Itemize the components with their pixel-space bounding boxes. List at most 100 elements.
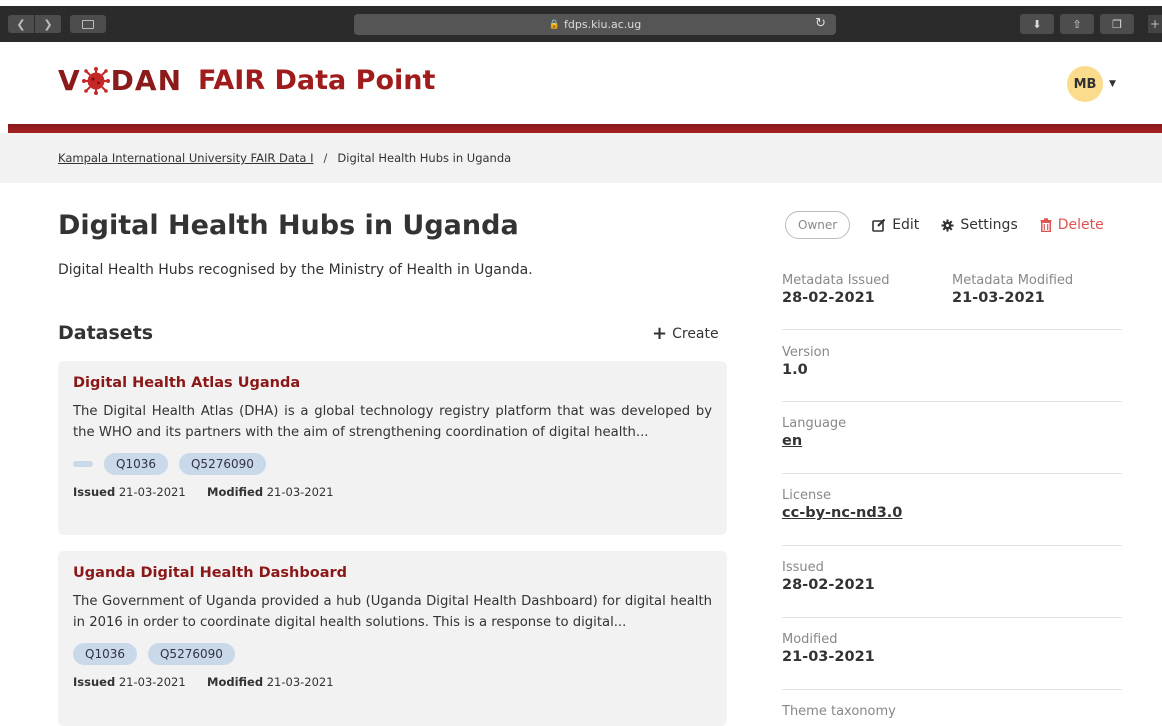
modified-label: Modified: [207, 485, 264, 499]
share-icon: ⇧: [1072, 17, 1082, 31]
header-accent-bar: [8, 124, 1162, 133]
lock-icon: 🔒: [548, 19, 560, 30]
language-block: Language en: [782, 416, 1122, 449]
sidebar-toggle-button[interactable]: [70, 15, 106, 33]
vodan-logo: V DAN: [58, 64, 182, 97]
modified-value: 21-03-2021: [266, 675, 334, 689]
tag[interactable]: Q1036: [104, 453, 168, 475]
dataset-title-link[interactable]: Uganda Digital Health Dashboard: [73, 565, 712, 581]
version-block: Version 1.0: [782, 345, 1122, 378]
edit-icon: [872, 218, 886, 233]
app-header: V DAN FAIR Data Point MB ▼: [0, 42, 1162, 124]
owner-badge: Owner: [785, 211, 851, 239]
plus-icon: +: [1149, 17, 1161, 31]
share-button[interactable]: ⇧: [1060, 14, 1094, 34]
dataset-description: The Digital Health Atlas (DHA) is a glob…: [73, 404, 712, 440]
dataset-description: The Government of Uganda provided a hub …: [73, 594, 712, 630]
browser-toolbar: ❮ ❯ 🔒 fdps.kiu.ac.ug ↻ ⬇ ⇧ ❐ +: [0, 0, 1162, 42]
tag[interactable]: Q1036: [73, 643, 137, 665]
delete-label: Delete: [1057, 217, 1104, 233]
dataset-card: Digital Health Atlas Uganda The Digital …: [58, 361, 727, 535]
theme-taxonomy-label: Theme taxonomy: [782, 704, 896, 719]
avatar: MB: [1067, 66, 1103, 102]
url-text: fdps.kiu.ac.ug: [564, 18, 642, 31]
breadcrumb-parent-link[interactable]: Kampala International University FAIR Da…: [58, 151, 314, 165]
language-label: Language: [782, 416, 847, 431]
chevron-left-icon: ❮: [16, 17, 26, 31]
modified-block: Modified 21-03-2021: [782, 632, 1122, 665]
divider: [782, 617, 1122, 618]
issued-value: 21-03-2021: [118, 485, 186, 499]
address-bar[interactable]: 🔒 fdps.kiu.ac.ug ↻: [354, 14, 836, 35]
theme-taxonomy-block: Theme taxonomy: [782, 704, 1122, 719]
divider: [782, 689, 1122, 690]
create-label: Create: [672, 325, 719, 342]
dataset-tags: Q1036 Q5276090: [73, 643, 712, 665]
divider: [782, 473, 1122, 474]
dataset-dates: Issued 21-03-2021 Modified 21-03-2021: [73, 675, 712, 689]
logo-letters-dan: DAN: [110, 64, 183, 97]
modified-value: 21-03-2021: [266, 485, 334, 499]
version-value: 1.0: [782, 362, 808, 378]
page-title: Digital Health Hubs in Uganda: [58, 210, 519, 241]
dataset-card: Uganda Digital Health Dashboard The Gove…: [58, 551, 727, 726]
dataset-title-link[interactable]: Digital Health Atlas Uganda: [73, 375, 712, 391]
divider: [782, 545, 1122, 546]
caret-down-icon: ▼: [1109, 79, 1116, 89]
tag[interactable]: Q5276090: [178, 453, 266, 475]
plus-icon: +: [652, 323, 668, 344]
browser-actions: ⬇ ⇧ ❐: [1020, 14, 1134, 34]
user-menu[interactable]: MB ▼: [1067, 66, 1116, 102]
dataset-dates: Issued 21-03-2021 Modified 21-03-2021: [73, 485, 712, 499]
dataset-tags: Q1036 Q5276090: [73, 453, 712, 475]
divider: [782, 401, 1122, 402]
sidebar-icon: [82, 19, 94, 29]
back-button[interactable]: ❮: [8, 15, 35, 33]
breadcrumb: Kampala International University FAIR Da…: [0, 133, 1162, 183]
language-link[interactable]: en: [782, 433, 1122, 449]
modified-label: Modified: [207, 675, 264, 689]
license-block: License cc-by-nc-nd3.0: [782, 488, 1122, 521]
gear-icon: [941, 218, 954, 233]
reload-icon[interactable]: ↻: [815, 16, 826, 31]
issued-label: Issued: [73, 675, 116, 689]
settings-button[interactable]: Settings: [941, 217, 1018, 233]
page-description: Digital Health Hubs recognised by the Mi…: [58, 262, 533, 278]
edit-label: Edit: [892, 217, 920, 233]
catalog-actions: Owner Edit Settings Delete: [785, 211, 1104, 239]
logo-letter-v: V: [58, 64, 81, 97]
metadata-modified-block: Metadata Modified 21-03-2021: [952, 273, 1073, 306]
issued-value: 21-03-2021: [118, 675, 186, 689]
forward-button[interactable]: ❯: [35, 15, 62, 33]
app-logo[interactable]: V DAN FAIR Data Point: [58, 64, 435, 97]
new-tab-button[interactable]: +: [1148, 15, 1162, 33]
license-label: License: [782, 488, 832, 503]
settings-label: Settings: [960, 217, 1018, 233]
tag[interactable]: [73, 461, 93, 467]
modified-value: 21-03-2021: [782, 649, 875, 665]
license-link[interactable]: cc-by-nc-nd3.0: [782, 505, 1122, 521]
create-dataset-button[interactable]: + Create: [652, 323, 719, 344]
tabs-icon: ❐: [1112, 17, 1122, 31]
downloads-button[interactable]: ⬇: [1020, 14, 1054, 34]
modified-label: Modified: [782, 632, 838, 647]
issued-value: 28-02-2021: [782, 577, 875, 593]
delete-button[interactable]: Delete: [1040, 217, 1104, 233]
issued-label: Issued: [73, 485, 116, 499]
breadcrumb-separator: /: [323, 151, 328, 165]
nav-buttons: ❮ ❯: [8, 15, 62, 33]
tag[interactable]: Q5276090: [147, 643, 235, 665]
edit-button[interactable]: Edit: [872, 217, 919, 233]
breadcrumb-current: Digital Health Hubs in Uganda: [337, 151, 512, 165]
app-title: FAIR Data Point: [198, 65, 436, 96]
download-icon: ⬇: [1032, 17, 1042, 31]
virus-icon: [81, 66, 110, 95]
issued-block: Issued 28-02-2021: [782, 560, 1122, 593]
issued-label: Issued: [782, 560, 824, 575]
metadata-issued-block: Metadata Issued 28-02-2021 Metadata Modi…: [782, 273, 1122, 306]
version-label: Version: [782, 345, 830, 360]
metadata-modified-label: Metadata Modified: [952, 273, 1074, 288]
trash-icon: [1040, 218, 1052, 233]
divider: [782, 329, 1122, 330]
tabs-button[interactable]: ❐: [1100, 14, 1134, 34]
